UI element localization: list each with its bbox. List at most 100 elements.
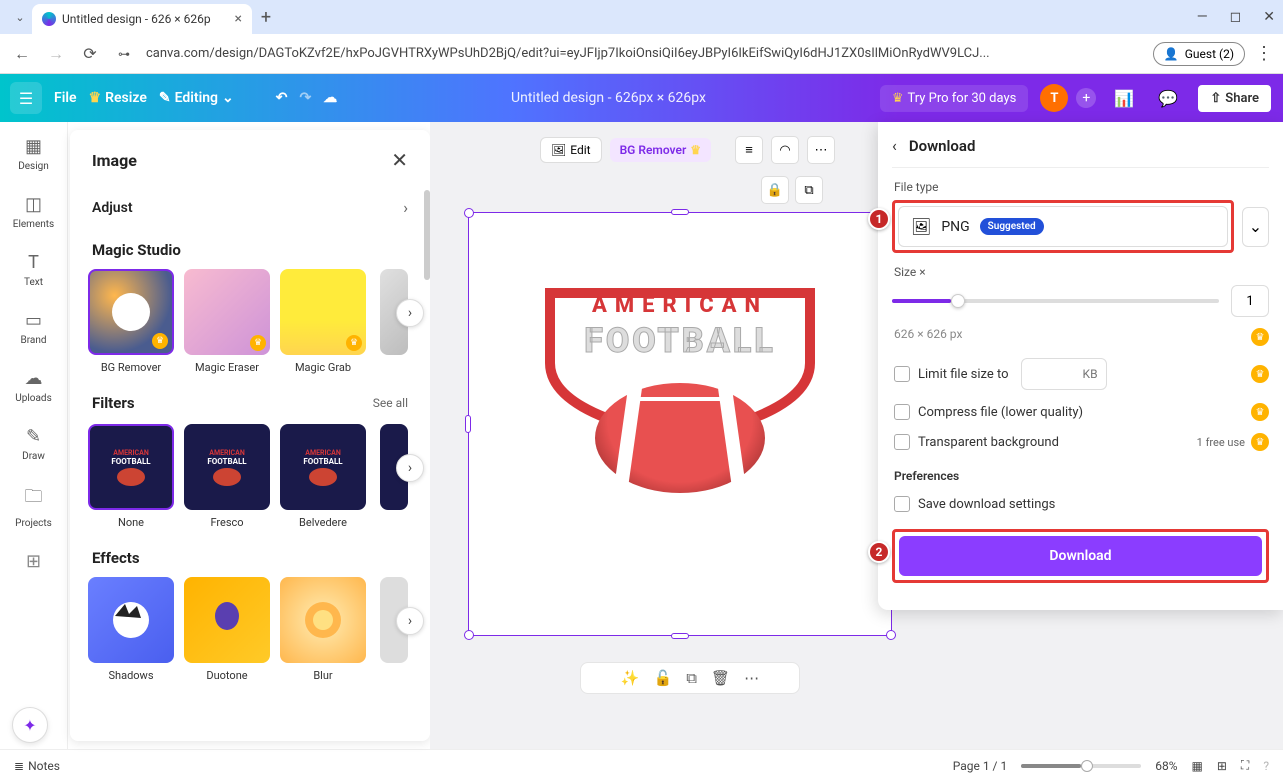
panel-close-icon[interactable]: ✕ bbox=[391, 148, 408, 172]
more-icon[interactable]: ⋯ bbox=[807, 136, 835, 164]
duplicate-icon[interactable]: ⧉ bbox=[686, 669, 697, 687]
row-next-icon[interactable]: › bbox=[396, 454, 424, 482]
checkbox[interactable] bbox=[894, 366, 910, 382]
close-window-icon[interactable]: ✕ bbox=[1263, 9, 1275, 25]
tile-magic-eraser[interactable]: ♛Magic Eraser bbox=[184, 269, 270, 374]
file-menu[interactable]: File bbox=[54, 90, 77, 106]
magic-fab-button[interactable]: ✦ bbox=[12, 707, 48, 743]
try-pro-button[interactable]: ♛ Try Pro for 30 days bbox=[880, 85, 1029, 112]
cloud-sync-icon[interactable]: ☁ bbox=[323, 90, 337, 106]
selection-handle[interactable] bbox=[465, 415, 471, 433]
back-icon[interactable]: ← bbox=[10, 44, 34, 64]
bgremover-button[interactable]: BG Remover♛ bbox=[610, 138, 711, 162]
hamburger-icon[interactable]: ☰ bbox=[10, 82, 42, 114]
undo-icon[interactable]: ↶ bbox=[276, 90, 288, 106]
selection-handle[interactable] bbox=[671, 209, 689, 215]
browser-tab[interactable]: Untitled design - 626 × 626p × bbox=[32, 4, 252, 34]
add-member-icon[interactable]: + bbox=[1076, 88, 1096, 108]
selection-handle[interactable] bbox=[671, 633, 689, 639]
checkbox[interactable] bbox=[894, 496, 910, 512]
reload-icon[interactable]: ⟳ bbox=[78, 44, 102, 63]
row-next-icon[interactable]: › bbox=[396, 607, 424, 635]
share-button[interactable]: ⇧ Share bbox=[1196, 83, 1273, 114]
tile-bg-remover[interactable]: ♛BG Remover bbox=[88, 269, 174, 374]
profile-button[interactable]: 👤 Guest (2) bbox=[1153, 42, 1245, 66]
nav-text[interactable]: TText bbox=[24, 252, 43, 288]
tile-magic-grab[interactable]: ♛Magic Grab bbox=[280, 269, 366, 374]
crown-icon: ♛ bbox=[1251, 433, 1269, 451]
image-side-panel: Image ✕ Adjust › Magic Studio ♛BG Remove… bbox=[70, 130, 430, 741]
help-icon[interactable]: ? bbox=[1263, 759, 1269, 773]
tab-list-chevron-icon[interactable]: ⌄ bbox=[8, 11, 32, 24]
url-text[interactable]: canva.com/design/DAGToKZvf2E/hxPoJGVHTRX… bbox=[146, 46, 1143, 61]
thumbnail-view-icon[interactable]: ⊞ bbox=[1217, 759, 1227, 773]
file-type-select[interactable]: 🖼 PNG Suggested bbox=[898, 206, 1228, 247]
site-info-icon[interactable]: ⊶ bbox=[112, 47, 136, 61]
size-slider[interactable] bbox=[892, 299, 1219, 303]
checkbox[interactable] bbox=[894, 434, 910, 450]
new-tab-button[interactable]: + bbox=[252, 7, 280, 28]
design-title[interactable]: Untitled design - 626px × 626px bbox=[349, 90, 868, 106]
filters-see-all[interactable]: See all bbox=[373, 396, 408, 410]
trash-icon[interactable]: 🗑 bbox=[711, 669, 730, 687]
nav-brand[interactable]: ▭Brand bbox=[20, 310, 46, 346]
effect-duotone[interactable]: Duotone bbox=[184, 577, 270, 682]
compress-option[interactable]: Compress file (lower quality) ♛ bbox=[892, 397, 1269, 427]
nav-uploads[interactable]: ☁Uploads bbox=[15, 368, 51, 404]
slider-thumb[interactable] bbox=[951, 294, 965, 308]
filter-belvedere[interactable]: AMERICANFOOTBALLBelvedere bbox=[280, 424, 366, 529]
nav-apps-icon[interactable]: ⊞ bbox=[26, 551, 41, 572]
zoom-slider[interactable] bbox=[1021, 764, 1141, 768]
nav-projects[interactable]: 🗀Projects bbox=[15, 484, 52, 529]
tab-close-icon[interactable]: × bbox=[235, 11, 242, 27]
nav-elements[interactable]: ◫Elements bbox=[13, 194, 54, 230]
selection-handle[interactable] bbox=[464, 208, 474, 218]
corner-icon[interactable]: ◠ bbox=[771, 136, 799, 164]
lock-icon[interactable]: 🔒 bbox=[761, 176, 789, 204]
magic-icon[interactable]: ✨ bbox=[621, 669, 640, 687]
canvas[interactable]: AMERICAN FOOTBALL bbox=[468, 212, 892, 636]
page-indicator[interactable]: Page 1 / 1 bbox=[953, 759, 1008, 773]
back-icon[interactable]: ‹ bbox=[892, 136, 897, 155]
nav-design[interactable]: ▦Design bbox=[18, 136, 49, 172]
transparent-option[interactable]: Transparent background 1 free use ♛ bbox=[892, 427, 1269, 457]
filter-none[interactable]: AMERICANFOOTBALLNone bbox=[88, 424, 174, 529]
limit-filesize-option[interactable]: Limit file size to ♛ bbox=[892, 351, 1269, 397]
adjust-row[interactable]: Adjust › bbox=[70, 186, 430, 229]
zoom-value[interactable]: 68% bbox=[1155, 759, 1177, 773]
uploads-icon: ☁ bbox=[24, 368, 42, 389]
filesize-input[interactable] bbox=[1021, 358, 1107, 390]
row-next-icon[interactable]: › bbox=[396, 299, 424, 327]
browser-menu-icon[interactable]: ⋮ bbox=[1255, 43, 1273, 64]
editing-menu[interactable]: ✎ Editing ⌄ bbox=[159, 90, 234, 106]
lock-icon[interactable]: 🔓 bbox=[654, 669, 673, 687]
grid-view-icon[interactable]: ▦ bbox=[1192, 759, 1203, 773]
edit-image-button[interactable]: 🖼Edit bbox=[540, 137, 602, 163]
filter-fresco[interactable]: AMERICANFOOTBALLFresco bbox=[184, 424, 270, 529]
maximize-icon[interactable]: ◻ bbox=[1230, 9, 1242, 25]
minimize-icon[interactable]: — bbox=[1197, 9, 1208, 25]
nav-draw[interactable]: ✎Draw bbox=[22, 426, 45, 462]
chevron-down-icon: ⌄ bbox=[222, 90, 234, 106]
more-icon[interactable]: ⋯ bbox=[744, 669, 759, 687]
selection-handle[interactable] bbox=[464, 630, 474, 640]
app-top-bar: ☰ File ♛ Resize ✎ Editing ⌄ ↶ ↷ ☁ Untitl… bbox=[0, 74, 1283, 122]
layout-icon[interactable]: ≡ bbox=[735, 136, 763, 164]
size-input[interactable] bbox=[1231, 285, 1269, 317]
resize-menu[interactable]: ♛ Resize bbox=[89, 90, 147, 106]
effect-shadows[interactable]: Shadows bbox=[88, 577, 174, 682]
effect-blur[interactable]: Blur bbox=[280, 577, 366, 682]
file-type-chevron[interactable]: ⌄ bbox=[1242, 207, 1269, 247]
checkbox[interactable] bbox=[894, 404, 910, 420]
avatar[interactable]: T bbox=[1040, 84, 1068, 112]
football-logo[interactable]: AMERICAN FOOTBALL bbox=[530, 263, 830, 443]
download-button[interactable]: Download bbox=[899, 536, 1262, 576]
chat-icon[interactable]: 💬 bbox=[1152, 82, 1184, 114]
fullscreen-icon[interactable]: ⛶ bbox=[1241, 758, 1249, 773]
selection-handle[interactable] bbox=[886, 630, 896, 640]
save-settings-option[interactable]: Save download settings bbox=[892, 489, 1269, 519]
analytics-icon[interactable]: 📊 bbox=[1108, 82, 1140, 114]
redo-icon[interactable]: ↷ bbox=[299, 90, 311, 106]
duplicate-page-icon[interactable]: ⧉ bbox=[795, 176, 823, 204]
notes-button[interactable]: ≣Notes bbox=[14, 759, 60, 773]
